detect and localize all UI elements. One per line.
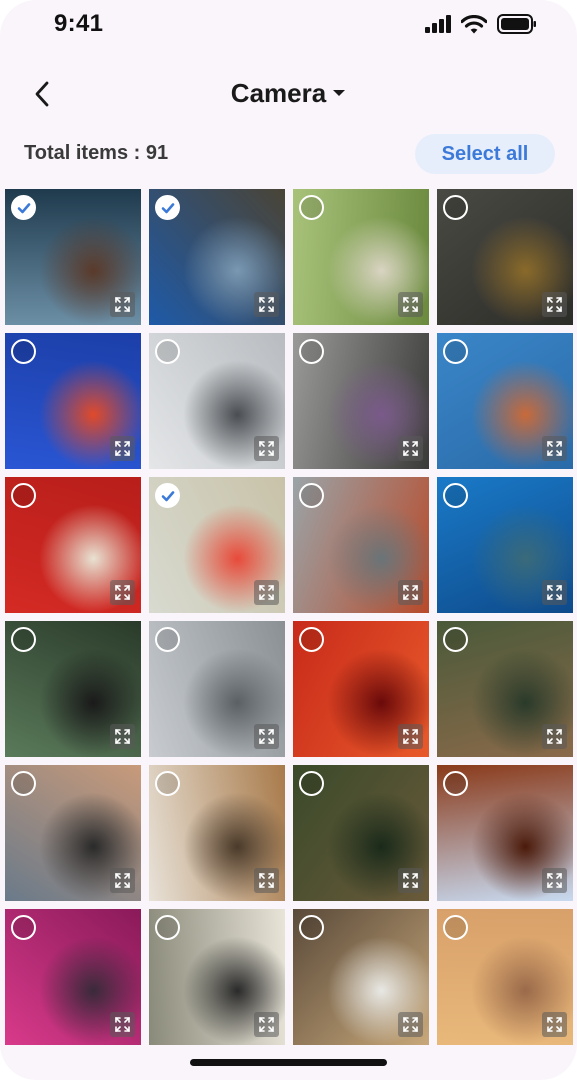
select-circle-icon[interactable] [443,627,468,652]
expand-icon[interactable] [254,580,279,605]
expand-icon[interactable] [110,436,135,461]
expand-icon[interactable] [398,292,423,317]
expand-icon[interactable] [542,1012,567,1037]
battery-icon [497,14,537,39]
expand-icon[interactable] [398,724,423,749]
expand-icon[interactable] [398,436,423,461]
expand-icon[interactable] [254,436,279,461]
page-title: Camera [230,78,327,108]
album-switcher-button[interactable]: Camera [231,78,346,109]
expand-icon[interactable] [398,868,423,893]
select-circle-icon[interactable] [299,339,324,364]
photo-tile[interactable] [5,621,141,757]
photo-tile[interactable] [5,189,141,325]
photo-tile[interactable] [149,765,285,901]
select-circle-icon[interactable] [11,483,36,508]
select-circle-icon[interactable] [299,483,324,508]
select-circle-icon[interactable] [299,915,324,940]
select-circle-icon[interactable] [443,483,468,508]
selected-check-icon[interactable] [155,483,180,508]
photo-tile[interactable] [149,477,285,613]
expand-icon[interactable] [254,292,279,317]
select-all-button[interactable]: Select all [415,134,555,174]
photo-tile[interactable] [5,765,141,901]
selected-check-icon[interactable] [11,195,36,220]
status-icons [425,14,537,39]
photo-tile[interactable] [149,333,285,469]
expand-icon[interactable] [110,292,135,317]
select-circle-icon[interactable] [11,339,36,364]
expand-icon[interactable] [110,868,135,893]
expand-icon[interactable] [542,436,567,461]
select-circle-icon[interactable] [443,195,468,220]
expand-icon[interactable] [542,292,567,317]
photo-tile[interactable] [437,765,573,901]
wifi-icon [460,14,488,39]
select-circle-icon[interactable] [155,627,180,652]
photo-tile[interactable] [149,621,285,757]
photo-tile[interactable] [437,189,573,325]
expand-icon[interactable] [254,868,279,893]
photo-tile[interactable] [293,621,429,757]
expand-icon[interactable] [542,724,567,749]
select-circle-icon[interactable] [299,195,324,220]
expand-icon[interactable] [110,1012,135,1037]
photo-tile[interactable] [437,333,573,469]
photo-tile[interactable] [293,189,429,325]
expand-icon[interactable] [254,724,279,749]
photo-tile[interactable] [437,621,573,757]
expand-icon[interactable] [254,1012,279,1037]
photo-tile[interactable] [293,909,429,1045]
photo-tile[interactable] [437,909,573,1045]
photo-tile[interactable] [149,909,285,1045]
total-items-label: Total items : 91 [24,142,169,164]
select-circle-icon[interactable] [443,915,468,940]
select-circle-icon[interactable] [11,627,36,652]
select-circle-icon[interactable] [11,915,36,940]
status-time: 9:41 [54,10,104,37]
title-bar: Camera [0,78,577,109]
select-circle-icon[interactable] [155,771,180,796]
photo-grid [5,189,573,1045]
status-bar: 9:41 [0,0,577,56]
cellular-signal-icon [425,15,451,38]
select-circle-icon[interactable] [11,771,36,796]
select-circle-icon[interactable] [155,915,180,940]
photo-picker-screen: 9:41 Camera Total items: 91 Select all [0,0,577,1080]
select-circle-icon[interactable] [443,771,468,796]
photo-tile[interactable] [437,477,573,613]
selected-check-icon[interactable] [155,195,180,220]
expand-icon[interactable] [398,1012,423,1037]
select-circle-icon[interactable] [299,771,324,796]
photo-tile[interactable] [5,333,141,469]
expand-icon[interactable] [110,724,135,749]
expand-icon[interactable] [398,580,423,605]
select-circle-icon[interactable] [299,627,324,652]
photo-tile[interactable] [5,477,141,613]
caret-down-icon [332,85,346,103]
photo-tile[interactable] [293,477,429,613]
photo-tile[interactable] [293,765,429,901]
photo-tile[interactable] [293,333,429,469]
select-circle-icon[interactable] [443,339,468,364]
photo-tile[interactable] [5,909,141,1045]
expand-icon[interactable] [110,580,135,605]
select-circle-icon[interactable] [155,339,180,364]
home-indicator [190,1059,387,1066]
photo-tile[interactable] [149,189,285,325]
expand-icon[interactable] [542,580,567,605]
expand-icon[interactable] [542,868,567,893]
